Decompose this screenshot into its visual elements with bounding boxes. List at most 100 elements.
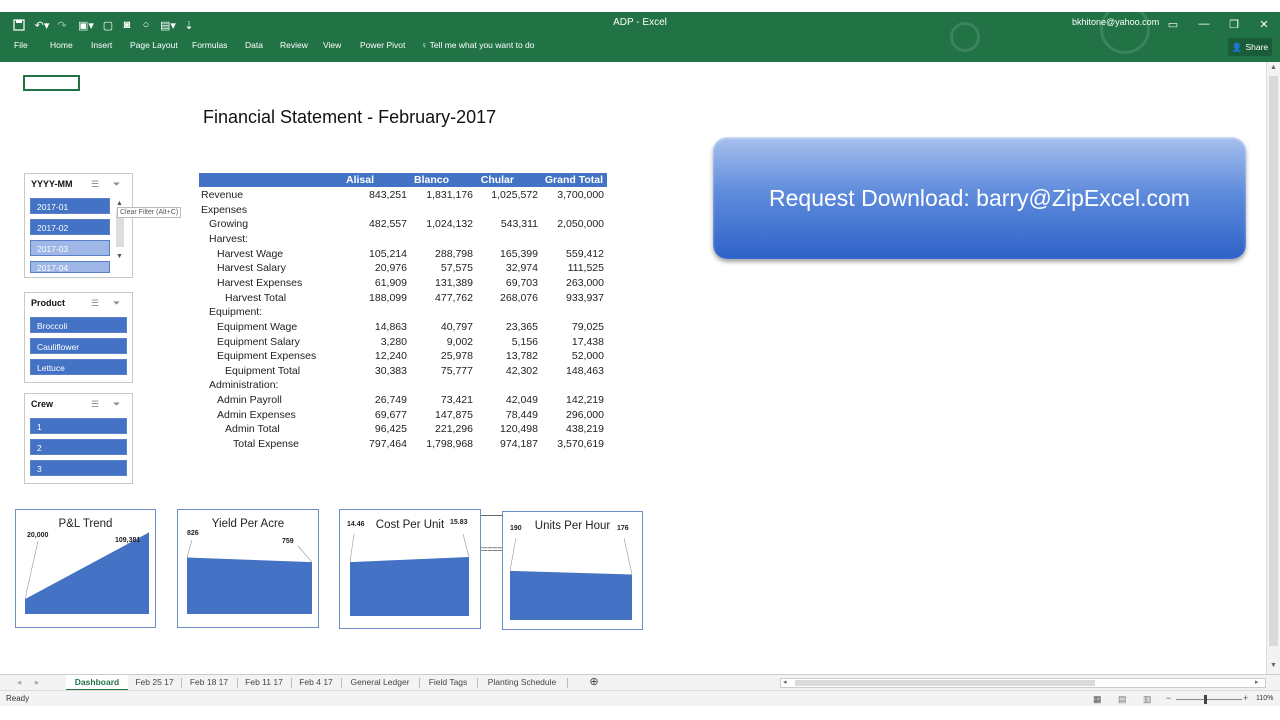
tab-view[interactable]: View — [323, 40, 341, 50]
scroll-up-icon[interactable]: ▲ — [1270, 64, 1277, 71]
column-header: Chular — [480, 174, 514, 186]
scroll-up-icon[interactable]: ▲ — [116, 200, 126, 207]
zoom-level[interactable]: 110% — [1256, 695, 1273, 702]
tab-review[interactable]: Review — [280, 40, 308, 50]
cell-value: 288,798 — [435, 247, 473, 260]
slicer-item[interactable]: 2017-02 — [30, 219, 110, 235]
slicer-item[interactable]: 3 — [30, 460, 127, 476]
cell-value: 26,749 — [374, 394, 407, 407]
table-row: Harvest: — [199, 233, 607, 247]
close-icon[interactable]: ✕ — [1250, 14, 1278, 34]
clear-filter-icon[interactable]: ⏷ — [113, 399, 120, 410]
cell-value: 221,296 — [435, 423, 473, 436]
cell-value: 797,464 — [369, 438, 407, 451]
sheet-tab[interactable]: Feb 4 17 — [293, 675, 339, 691]
row-label: Total Expense — [233, 438, 299, 451]
scroll-right-icon[interactable]: ▸ — [1255, 678, 1259, 686]
restore-icon[interactable]: ❐ — [1220, 14, 1248, 34]
redo-icon[interactable]: ↷ — [56, 16, 68, 34]
ribbon-decoration — [950, 22, 980, 52]
slicer-product[interactable]: Product ☰ ⏷ Broccoli Cauliflower Lettuce — [24, 292, 133, 383]
slicer-item[interactable]: Lettuce — [30, 359, 127, 375]
worksheet[interactable]: Financial Statement - February-2017 YYYY… — [0, 62, 1266, 674]
slicer-item[interactable]: Cauliflower — [30, 338, 127, 354]
tell-me-box[interactable]: ♀ Tell me what you want to do — [421, 40, 534, 50]
slicer-item[interactable]: 2017-01 — [30, 198, 110, 214]
slicer-item[interactable]: 2017-03 — [30, 240, 110, 256]
slicer-item[interactable]: 1 — [30, 418, 127, 434]
row-label: Growing — [209, 218, 249, 231]
sheet-tab[interactable]: Feb 25 17 — [129, 675, 180, 691]
share-button[interactable]: 👤 Share — [1228, 38, 1272, 56]
table-row: Equipment Total 30,383 75,777 42,302 148,463 — [199, 365, 607, 379]
sheet-tab[interactable]: Planting Schedule — [479, 675, 565, 691]
undo-icon[interactable]: ↶▾ — [32, 16, 52, 34]
tab-scroll-left-icon[interactable]: ◂ — [14, 675, 24, 691]
multi-select-icon[interactable]: ☰ — [91, 179, 99, 190]
sheet-tab[interactable]: General Ledger — [343, 675, 417, 691]
sheet-tab[interactable]: Feb 18 17 — [183, 675, 235, 691]
new-file-icon[interactable]: ▢ — [102, 16, 114, 34]
camera-icon[interactable]: ◙ — [120, 16, 134, 34]
request-download-button[interactable]: Request Download: barry@ZipExcel.com — [713, 137, 1246, 259]
zoom-slider[interactable] — [1176, 699, 1242, 700]
clear-filter-icon[interactable]: ⏷ — [113, 179, 120, 190]
scroll-left-icon[interactable]: ◂ — [783, 678, 787, 686]
ribbon-display-icon[interactable]: ▭ — [1159, 14, 1187, 34]
active-cell-selection[interactable] — [23, 75, 80, 91]
clear-filter-icon[interactable]: ⏷ — [113, 298, 120, 309]
sheet-tab-dashboard[interactable]: Dashboard — [66, 675, 128, 691]
save-icon[interactable] — [12, 16, 26, 34]
vertical-scrollbar[interactable]: ▲ ▼ — [1266, 62, 1280, 674]
table-row: Equipment Salary 3,280 9,002 5,156 17,438 — [199, 336, 607, 350]
scroll-thumb[interactable] — [1269, 76, 1278, 646]
tab-scroll-right-icon[interactable]: ▸ — [32, 675, 42, 691]
circle-icon[interactable]: ○ — [140, 16, 152, 34]
table-header: Alisal Blanco Chular Grand Total — [199, 173, 607, 187]
cell-value: 1,831,176 — [426, 189, 473, 201]
horizontal-scrollbar[interactable]: ◂ ▸ — [780, 678, 1266, 688]
slicer-item[interactable]: Broccoli — [30, 317, 127, 333]
add-sheet-icon[interactable]: ⊕ — [586, 675, 602, 691]
cell-value: 933,937 — [566, 291, 604, 304]
zoom-out-icon[interactable]: − — [1166, 693, 1171, 703]
normal-view-icon[interactable]: ▦ — [1093, 694, 1102, 705]
chart-pl-trend[interactable]: P&L Trend 20,000 109,381 — [15, 509, 156, 628]
account-email[interactable]: bkhitone@yahoo.com — [1072, 17, 1159, 27]
multi-select-icon[interactable]: ☰ — [91, 399, 99, 410]
page-layout-view-icon[interactable]: ▤ — [1118, 694, 1127, 705]
chart-yield-per-acre[interactable]: Yield Per Acre 826 759 — [177, 509, 319, 628]
cell-value: 69,703 — [505, 276, 538, 289]
tab-home[interactable]: Home — [50, 40, 73, 50]
tab-file[interactable]: File — [14, 40, 28, 50]
tab-formulas[interactable]: Formulas — [192, 40, 227, 50]
chart-cost-per-unit[interactable]: Cost Per Unit 14.46 15.83 — [339, 509, 481, 629]
slicer-period[interactable]: YYYY-MM ☰ ⏷ 2017-01 2017-02 2017-03 2017… — [24, 173, 133, 278]
chart-units-per-hour[interactable]: Units Per Hour 190 176 — [502, 511, 643, 630]
sheet-tab[interactable]: Feb 11 17 — [239, 675, 289, 691]
slicer-crew[interactable]: Crew ☰ ⏷ 1 2 3 — [24, 393, 133, 484]
scroll-thumb[interactable] — [795, 680, 1095, 686]
page-break-view-icon[interactable]: ▥ — [1143, 694, 1152, 705]
tab-insert[interactable]: Insert — [91, 40, 112, 50]
scroll-down-icon[interactable]: ▼ — [116, 253, 126, 260]
multi-select-icon[interactable]: ☰ — [91, 298, 99, 309]
scroll-down-icon[interactable]: ▼ — [1270, 662, 1277, 669]
slicer-item[interactable]: 2 — [30, 439, 127, 455]
form-icon[interactable]: ▤▾ — [158, 16, 178, 34]
tab-page-layout[interactable]: Page Layout — [130, 40, 178, 50]
tab-data[interactable]: Data — [245, 40, 263, 50]
save-as-icon[interactable]: ▣▾ — [76, 16, 96, 34]
tab-power-pivot[interactable]: Power Pivot — [360, 40, 405, 50]
cell-value: 3,570,619 — [557, 438, 604, 451]
customize-qat-icon[interactable]: ⇣ — [184, 16, 194, 34]
row-label: Harvest Expenses — [217, 276, 303, 289]
zoom-in-icon[interactable]: + — [1243, 693, 1248, 703]
table-row: Administration: — [199, 379, 607, 393]
tab-separator — [291, 678, 292, 688]
minimize-icon[interactable]: — — [1190, 14, 1218, 34]
zoom-slider-thumb[interactable] — [1204, 695, 1207, 704]
sheet-tab[interactable]: Field Tags — [421, 675, 475, 691]
slicer-item[interactable]: 2017-04 — [30, 261, 110, 273]
tab-separator — [341, 678, 342, 688]
